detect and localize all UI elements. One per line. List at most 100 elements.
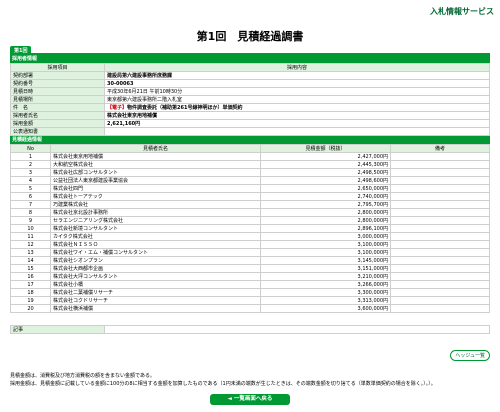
bidder-name: 株式会社大坪コンサルタント (50, 272, 261, 281)
quote-table: No 見積者氏名 見積金額（税抜） 備考 1 株式会社東京用地補償 2,427,00… (10, 144, 490, 313)
row-number: 4 (10, 176, 51, 185)
electronic-tag: 【電子】 (107, 104, 128, 111)
row-note (390, 216, 490, 225)
bidder-name: 株式会社大西都市企画 (50, 264, 261, 273)
bidder-name: 公益社団法人東京都建設事業協会 (50, 176, 261, 185)
table-row: 1 株式会社東京用地補償 2,427,000円 (10, 152, 490, 161)
bidder-name: 株式会社横浜補償 (50, 304, 261, 313)
bid-amount: 3,210,000円 (260, 272, 391, 281)
adopted-table: 採用項目 採用内容 契約部署 建設局第六建設事務所庶務課 契約番号 30-000… (10, 63, 490, 136)
row-value: 建設局第六建設事務所庶務課 (104, 71, 490, 80)
row-label: 契約部署 (10, 71, 105, 80)
col-header-item: 採用項目 (10, 63, 105, 72)
row-number: 13 (10, 248, 51, 257)
row-number: 12 (10, 240, 51, 249)
bidder-name: セラエンジニアリング株式会社 (50, 216, 261, 225)
row-number: 19 (10, 296, 51, 305)
note-line: 採用金額は、見積金額に記載している金額に100分の8に相当する金額を加算したもの… (10, 381, 436, 387)
bidder-name: 株式会社広部コンサルタント (50, 168, 261, 177)
bidder-name: 株式会社シオンプラン (50, 256, 261, 265)
col-header-name: 見積者氏名 (50, 144, 261, 153)
table-row: 5 株式会社四門 2,650,000円 (10, 184, 490, 193)
note-line: 見積金額は、消費税及び地方消費税の額を含まない金額である。 (10, 373, 155, 379)
row-number: 15 (10, 264, 51, 273)
history-list-button[interactable]: ヘッジュ一覧 (450, 350, 490, 361)
row-note (390, 192, 490, 201)
row-number: 20 (10, 304, 51, 313)
table-row: 公表通知書 (10, 127, 490, 136)
row-number: 11 (10, 232, 51, 241)
bid-amount: 2,800,000円 (260, 216, 391, 225)
table-row: 19 株式会社コクドリサーチ 3,313,000円 (10, 296, 490, 305)
row-note (390, 160, 490, 169)
row-note (390, 200, 490, 209)
table-row: 17 株式会社小橋 3,266,000円 (10, 280, 490, 289)
table-row: 12 株式会社ＮＩＳＳＯ 3,100,000円 (10, 240, 490, 249)
bid-amount: 3,145,000円 (260, 256, 391, 265)
bid-amount: 3,600,000円 (260, 304, 391, 313)
bid-amount: 2,740,000円 (260, 192, 391, 201)
row-label: 見積場所 (10, 95, 105, 104)
col-header-amount: 見積金額（税抜） (260, 144, 391, 153)
col-header-no: No (10, 144, 51, 153)
table-row: 20 株式会社横浜補償 3,600,000円 (10, 304, 490, 313)
row-note (390, 224, 490, 233)
service-name: 入札情報サービス (430, 7, 494, 16)
table-row: 14 株式会社シオンプラン 3,145,000円 (10, 256, 490, 265)
bid-amount: 2,795,700円 (260, 200, 391, 209)
table-row: 採用者氏名 株式会社東京用地補償 (10, 111, 490, 120)
row-note (390, 304, 490, 313)
bid-amount: 2,498,500円 (260, 168, 391, 177)
bidder-name: 株式会社トーアテック (50, 192, 261, 201)
row-number: 9 (10, 216, 51, 225)
bid-amount: 2,498,600円 (260, 176, 391, 185)
bidder-name: 株式会社京北設計事務所 (50, 208, 261, 217)
row-value: 東京都第六建設事務所二階入札室 (104, 95, 490, 104)
table-row: 見積場所 東京都第六建設事務所二階入札室 (10, 95, 490, 104)
bidder-name: 株式会社新境コンサルタント (50, 224, 261, 233)
bidder-name: 株式会社ワイ・エム・補償コンサルタント (50, 248, 261, 257)
back-to-list-button[interactable]: ◄ 一覧画面へ戻る (210, 394, 290, 405)
row-number: 16 (10, 272, 51, 281)
table-row: 11 カイタク株式会社 3,000,000円 (10, 232, 490, 241)
bidder-name: 株式会社東京用地補償 (50, 152, 261, 161)
row-label: 件 名 (10, 103, 105, 112)
page-title: 第1回 見積経過調書 (196, 30, 304, 43)
bidder-name: 株式会社二葉補償リサーチ (50, 288, 261, 297)
table-row: 13 株式会社ワイ・エム・補償コンサルタント 3,100,000円 (10, 248, 490, 257)
row-number: 18 (10, 288, 51, 297)
row-number: 3 (10, 168, 51, 177)
table-row: 契約部署 建設局第六建設事務所庶務課 (10, 71, 490, 80)
row-number: 8 (10, 208, 51, 217)
row-note (390, 256, 490, 265)
row-number: 17 (10, 280, 51, 289)
remarks-table: 記事 (10, 325, 490, 334)
col-header-note: 備考 (390, 144, 490, 153)
notes: 見積金額は、消費税及び地方消費税の額を含まない金額である。 採用金額は、見積金額… (10, 372, 490, 388)
row-number: 2 (10, 160, 51, 169)
row-note (390, 272, 490, 281)
bidder-name: 株式会社コクドリサーチ (50, 296, 261, 305)
bid-amount: 2,445,300円 (260, 160, 391, 169)
row-note (390, 280, 490, 289)
remarks-row: 記事 (10, 325, 490, 334)
row-label: 採用者氏名 (10, 111, 105, 120)
bidder-name: カイタク株式会社 (50, 232, 261, 241)
table-row: 2 大和航空株式会社 2,445,300円 (10, 160, 490, 169)
bidder-name: 株式会社四門 (50, 184, 261, 193)
row-label: 見積日時 (10, 87, 105, 96)
row-value: 30-00063 (104, 79, 490, 88)
row-value: 2,621,160円 (104, 119, 490, 128)
row-note (390, 248, 490, 257)
row-number: 10 (10, 224, 51, 233)
bidder-name: 大和航空株式会社 (50, 160, 261, 169)
bid-amount: 2,427,000円 (260, 152, 391, 161)
row-label: 契約番号 (10, 79, 105, 88)
table-row: 9 セラエンジニアリング株式会社 2,800,000円 (10, 216, 490, 225)
table-row: 採用金額 2,621,160円 (10, 119, 490, 128)
remarks-label: 記事 (10, 325, 105, 334)
bid-amount: 3,100,000円 (260, 248, 391, 257)
table-row: 3 株式会社広部コンサルタント 2,498,500円 (10, 168, 490, 177)
subject-text: 物件調査委託（補助第261号線神明ほか）単価契約 (127, 104, 243, 111)
row-number: 1 (10, 152, 51, 161)
